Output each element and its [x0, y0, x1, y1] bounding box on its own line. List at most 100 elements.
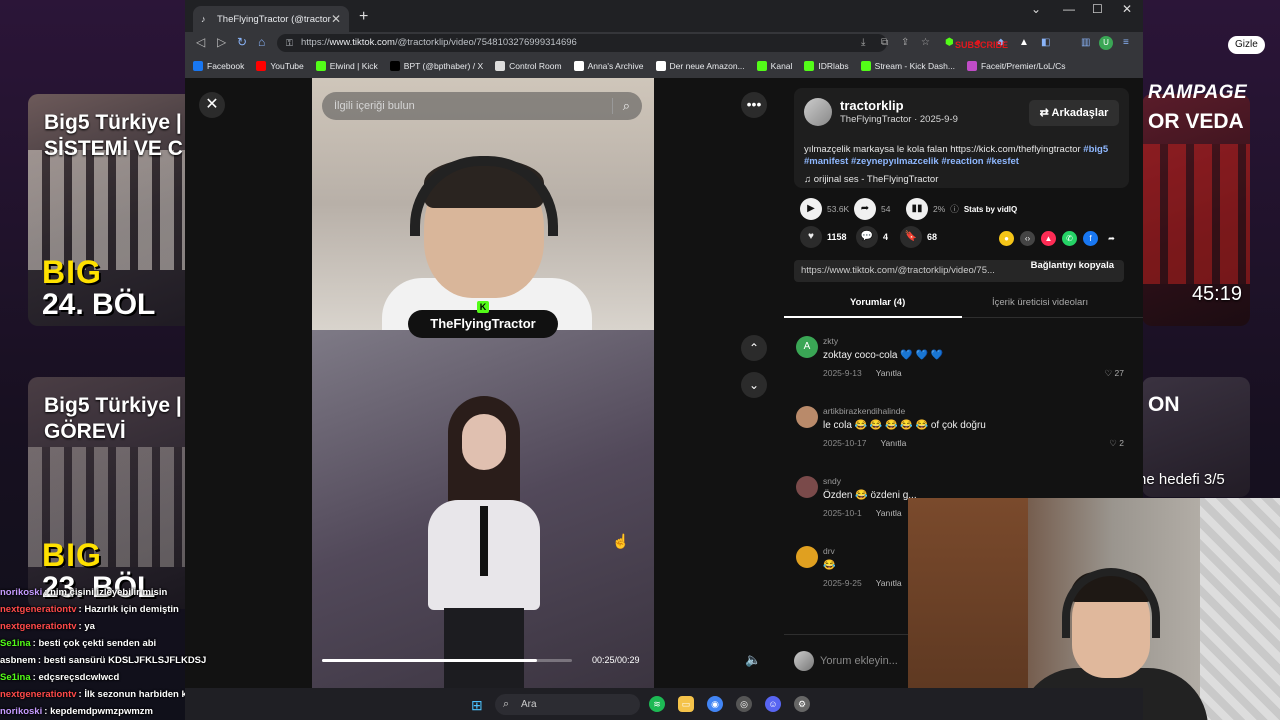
comment-like[interactable]: ♡ 2 [1109, 438, 1124, 449]
tab-search-icon[interactable]: ⌄ [1031, 2, 1041, 16]
more-options-button[interactable]: ••• [741, 92, 767, 118]
volume-icon[interactable]: 🔈 [745, 652, 761, 668]
commenter-avatar[interactable] [796, 406, 818, 428]
extension-icon[interactable]: ◧ [1041, 37, 1050, 48]
side-panel-icon[interactable]: ▥ [1081, 37, 1090, 48]
like-button[interactable]: ♥ 1158 [800, 226, 847, 248]
bookmark-star-icon[interactable]: ☆ [921, 37, 930, 48]
commenter-username[interactable]: drv [823, 546, 835, 556]
bookmark-item[interactable]: Der neue Amazon... [655, 61, 745, 71]
next-video-button[interactable]: ⌄ [741, 372, 767, 398]
video-progress-bar[interactable] [322, 659, 572, 662]
tab-comments[interactable]: Yorumlar (4) [850, 297, 905, 308]
chat-username[interactable]: Se1ina [0, 638, 31, 649]
extension-icon[interactable]: ⬢ [945, 37, 954, 48]
copy-link-button[interactable]: Bağlantıyı kopyala [1031, 260, 1114, 271]
hashtag-link[interactable]: #big5 [1083, 144, 1108, 155]
commenter-username[interactable]: zkty [823, 336, 838, 346]
friends-button[interactable]: ⇄ Arkadaşlar [1029, 100, 1119, 126]
reload-icon[interactable]: ↻ [237, 35, 247, 49]
bookmark-item[interactable]: BPT (@bpthaber) / X [389, 61, 483, 71]
bookmark-item[interactable]: Elwind | Kick [315, 61, 378, 71]
play-stat[interactable]: ▶ 53.6K [800, 198, 849, 220]
home-icon[interactable]: ⌂ [258, 35, 265, 49]
chat-username[interactable]: nextgenerationtv [0, 604, 77, 615]
bookmark-item[interactable]: YouTube [256, 61, 304, 71]
chat-username[interactable]: Se1ina [0, 672, 31, 683]
bookmark-item[interactable]: Stream - Kick Dash... [860, 61, 955, 71]
close-window-icon[interactable]: ✕ [1122, 2, 1132, 16]
send-icon[interactable]: ▲ [1041, 231, 1056, 246]
bookmark-item[interactable]: IDRlabs [804, 61, 849, 71]
reply-button[interactable]: Yanıtla [876, 368, 902, 378]
browser-tab[interactable]: ♪ TheFlyingTractor (@tractorkl ✕ [193, 6, 349, 32]
reply-button[interactable]: Yanıtla [880, 438, 906, 448]
commenter-username[interactable]: artikbirazkendihalinde [823, 406, 905, 416]
video-thumbnail-veda[interactable]: OR VEDA 45:19 [1142, 94, 1250, 326]
chat-username[interactable]: asbnem [0, 655, 36, 666]
forward-icon[interactable]: ▷ [217, 35, 226, 49]
bookmark-item[interactable]: Kanal [756, 61, 792, 71]
facebook-icon[interactable]: f [1083, 231, 1098, 246]
commenter-avatar[interactable] [796, 546, 818, 568]
search-input[interactable] [334, 100, 602, 112]
extension-icon[interactable]: ▲ [1019, 37, 1029, 48]
reply-button[interactable]: Yanıtla [876, 508, 902, 518]
commenter-avatar[interactable] [796, 476, 818, 498]
chrome-icon[interactable]: ◉ [707, 696, 723, 712]
previous-video-button[interactable]: ⌃ [741, 335, 767, 361]
video-player[interactable]: K TheFlyingTractor ⌕ 00:25/00:29 ☝ [312, 78, 654, 688]
comment-like[interactable]: ♡ 27 [1105, 368, 1124, 379]
chat-username[interactable]: norikoski [0, 587, 42, 598]
spotify-icon[interactable]: ≋ [649, 696, 665, 712]
obs-icon[interactable]: ◎ [736, 696, 752, 712]
author-username[interactable]: tractorklip [840, 98, 904, 113]
search-icon[interactable]: ⌕ [623, 98, 630, 114]
profile-avatar[interactable]: U [1099, 36, 1113, 50]
bookmark-item[interactable]: Control Room [495, 61, 562, 71]
bookmark-item[interactable]: Faceit/Premier/LoL/Cs [966, 61, 1066, 71]
chat-username[interactable]: nextgenerationtv [0, 621, 77, 632]
file-explorer-icon[interactable]: ▭ [678, 696, 694, 712]
hashtag-link[interactable]: #zeynepyılmazcelik [851, 156, 939, 167]
comment-button[interactable]: 💬 4 [856, 226, 888, 248]
tab-creator-videos[interactable]: İçerik üreticisi videoları [992, 297, 1088, 308]
share-icon[interactable]: ⇪ [901, 37, 909, 48]
chat-username[interactable]: norikoski [0, 706, 42, 717]
menu-icon[interactable]: ≡ [1123, 37, 1129, 48]
share-stat[interactable]: ➦ 54 [854, 198, 890, 220]
close-video-button[interactable]: ✕ [199, 92, 225, 118]
save-button[interactable]: 🔖 68 [900, 226, 937, 248]
download-icon[interactable]: ⤓ [861, 37, 865, 48]
sound-row[interactable]: ♫ orijinal ses - TheFlyingTractor [804, 174, 938, 185]
windows-start-icon[interactable]: ⊞ [471, 697, 483, 714]
thumbnail-title: OR VEDA [1148, 110, 1244, 133]
translate-icon[interactable]: ⧉ [881, 37, 888, 48]
coin-icon[interactable]: ● [999, 231, 1014, 246]
embed-icon[interactable]: ‹› [1020, 231, 1035, 246]
more-share-icon[interactable]: ➦ [1104, 231, 1119, 246]
back-icon[interactable]: ◁ [196, 35, 205, 49]
bookmark-item[interactable]: Facebook [193, 61, 244, 71]
hashtag-link[interactable]: #reaction [941, 156, 983, 167]
chat-message: Se1ina: besti çok çekti senden abi [0, 635, 320, 652]
author-avatar[interactable] [804, 98, 832, 126]
tab-close-icon[interactable]: ✕ [331, 12, 341, 26]
chat-username[interactable]: nextgenerationtv [0, 689, 77, 700]
taskbar-search[interactable]: ⌕ Ara [495, 694, 640, 715]
reply-button[interactable]: Yanıtla [876, 578, 902, 588]
settings-gear-icon[interactable]: ⚙ [794, 696, 810, 712]
commenter-avatar[interactable]: A [796, 336, 818, 358]
bookmark-item[interactable]: Anna's Archive [573, 61, 644, 71]
stats-vidiq[interactable]: ▮▮ 2% ⓘ Stats by vidIQ [906, 198, 1017, 220]
minimize-icon[interactable]: — [1063, 2, 1075, 16]
address-bar[interactable]: ⚿ https://www.tiktok.com/@tractorklip/vi… [277, 34, 887, 52]
maximize-icon[interactable]: ☐ [1092, 2, 1103, 16]
hide-button[interactable]: Gizle [1228, 36, 1265, 54]
commenter-username[interactable]: sndy [823, 476, 841, 486]
hashtag-link[interactable]: #manifest [804, 156, 848, 167]
whatsapp-icon[interactable]: ✆ [1062, 231, 1077, 246]
discord-icon[interactable]: ☺ [765, 696, 781, 712]
new-tab-icon[interactable]: + [359, 8, 368, 26]
hashtag-link[interactable]: #kesfet [986, 156, 1019, 167]
